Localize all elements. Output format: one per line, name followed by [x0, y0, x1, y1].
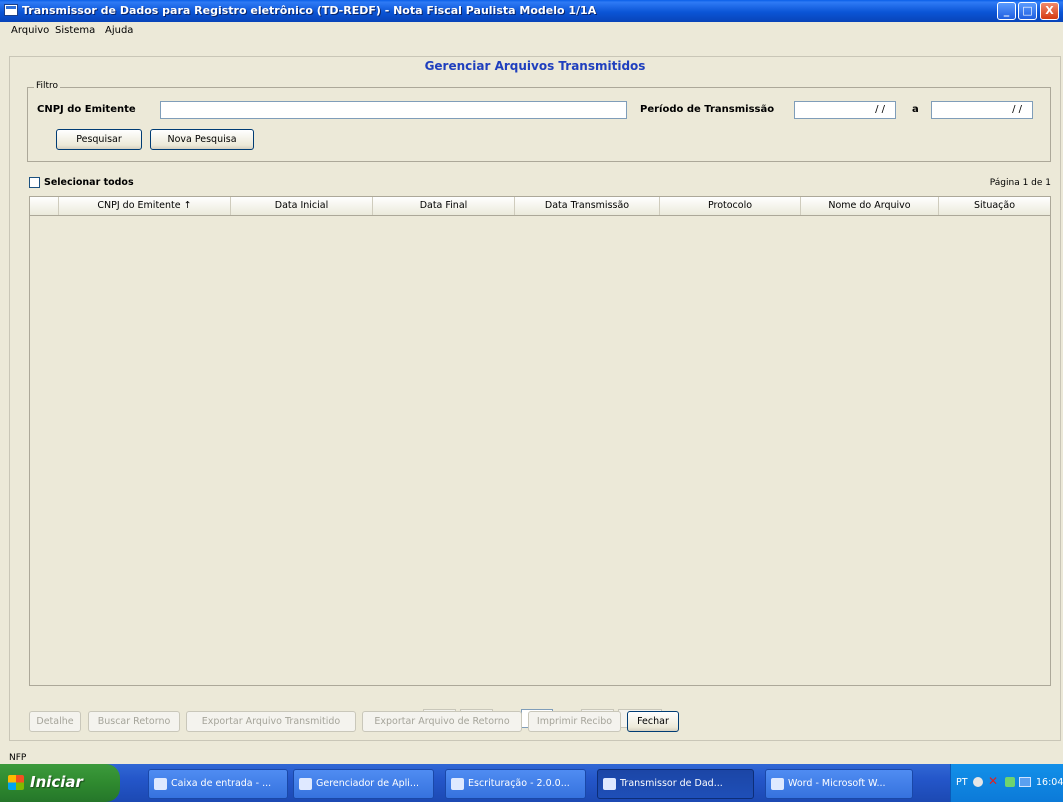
taskbar-item-escrituracao[interactable]: Escrituração - 2.0.0...	[445, 769, 586, 799]
column-header-cnpj[interactable]: CNPJ do Emitente ↑	[58, 197, 230, 215]
column-header-data-inicial[interactable]: Data Inicial	[230, 197, 372, 215]
window-title-bar[interactable]: Transmissor de Dados para Registro eletr…	[0, 0, 1063, 22]
column-header-protocolo[interactable]: Protocolo	[659, 197, 800, 215]
app-window-icon[interactable]	[4, 4, 18, 16]
column-header-select[interactable]	[30, 197, 58, 215]
export-return-button[interactable]: Exportar Arquivo de Retorno	[362, 711, 522, 732]
new-search-button[interactable]: Nova Pesquisa	[150, 129, 254, 150]
tray-antivirus-icon[interactable]: ✕	[988, 775, 1000, 787]
export-transmitted-button[interactable]: Exportar Arquivo Transmitido	[186, 711, 356, 732]
date-separator: a	[912, 104, 919, 115]
taskbar-item-gerenciador[interactable]: Gerenciador de Apli...	[293, 769, 434, 799]
taskbar-item-label: Gerenciador de Apli...	[316, 778, 419, 789]
date-from-mask: / /	[875, 104, 885, 115]
date-to-input[interactable]: / /	[931, 101, 1033, 119]
cnpj-input[interactable]	[160, 101, 627, 119]
app-icon	[299, 778, 312, 790]
taskbar-item-label: Escrituração - 2.0.0...	[468, 778, 570, 789]
select-all-label[interactable]: Selecionar todos	[44, 177, 134, 188]
status-bar-text: NFP	[9, 753, 27, 763]
close-button[interactable]: Fechar	[627, 711, 679, 732]
select-all-checkbox[interactable]	[29, 177, 40, 188]
tray-network-icon[interactable]	[973, 777, 983, 787]
app-icon	[451, 778, 464, 790]
start-label: Iniciar	[30, 773, 83, 791]
mail-icon	[154, 778, 167, 790]
window-title: Transmissor de Dados para Registro eletr…	[22, 4, 597, 17]
cnpj-label: CNPJ do Emitente	[37, 104, 136, 115]
menu-ajuda[interactable]: Ajuda	[105, 25, 133, 36]
table-header: CNPJ do Emitente ↑ Data Inicial Data Fin…	[29, 196, 1051, 216]
search-button[interactable]: Pesquisar	[56, 129, 142, 150]
page-info: Página 1 de 1	[989, 178, 1051, 188]
word-icon	[771, 778, 784, 790]
taskbar-item-transmissor[interactable]: Transmissor de Dad...	[597, 769, 754, 799]
column-header-data-transmissao[interactable]: Data Transmissão	[514, 197, 659, 215]
column-header-situacao[interactable]: Situação	[938, 197, 1050, 215]
menu-bar: Arquivo Sistema Ajuda	[0, 22, 1063, 40]
period-label: Período de Transmissão	[640, 104, 775, 115]
fetch-return-button[interactable]: Buscar Retorno	[88, 711, 180, 732]
table-body[interactable]	[29, 216, 1051, 686]
close-window-button[interactable]: X	[1040, 2, 1059, 20]
column-header-data-final[interactable]: Data Final	[372, 197, 514, 215]
system-tray: PT ✕ 16:04	[950, 764, 1063, 802]
language-indicator[interactable]: PT	[956, 777, 968, 788]
tray-status-icon[interactable]	[1005, 777, 1015, 787]
windows-logo-icon	[8, 775, 24, 790]
taskbar-item-label: Caixa de entrada - ...	[171, 778, 272, 789]
taskbar-item-label: Transmissor de Dad...	[620, 778, 723, 789]
start-button[interactable]: Iniciar	[0, 764, 120, 802]
minimize-button[interactable]: _	[997, 2, 1016, 20]
window-icon	[603, 778, 616, 790]
tray-monitor-icon[interactable]	[1019, 777, 1031, 787]
clock[interactable]: 16:04	[1036, 777, 1063, 788]
filter-legend: Filtro	[34, 81, 61, 91]
menu-sistema[interactable]: Sistema	[55, 25, 95, 36]
menu-arquivo[interactable]: Arquivo	[11, 25, 49, 36]
taskbar-item-word[interactable]: Word - Microsoft W...	[765, 769, 913, 799]
taskbar-item-caixa-entrada[interactable]: Caixa de entrada - ...	[148, 769, 288, 799]
maximize-button[interactable]: □	[1018, 2, 1037, 20]
column-header-nome-arquivo[interactable]: Nome do Arquivo	[800, 197, 938, 215]
taskbar-item-label: Word - Microsoft W...	[788, 778, 886, 789]
print-receipt-button[interactable]: Imprimir Recibo	[528, 711, 621, 732]
date-to-mask: / /	[1012, 104, 1022, 115]
detail-button[interactable]: Detalhe	[29, 711, 81, 732]
date-from-input[interactable]: / /	[794, 101, 896, 119]
panel-title: Gerenciar Arquivos Transmitidos	[400, 59, 670, 73]
filter-group	[27, 87, 1051, 162]
